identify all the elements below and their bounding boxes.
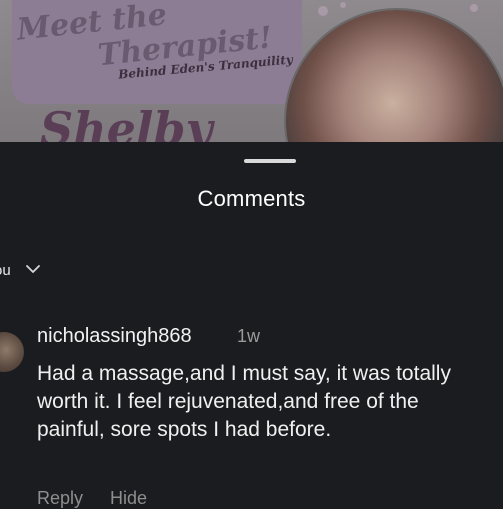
sheet-title: Comments [197,186,306,211]
comment-actions: Reply Hide [37,488,169,509]
comment-username[interactable]: nicholassingh868 [37,325,192,348]
avatar[interactable] [0,332,24,372]
post-preview: Meet the Therapist! Behind Eden's Tranqu… [0,0,503,160]
chevron-down-icon[interactable] [24,260,42,278]
sheet-drag-handle[interactable] [244,159,296,163]
comments-sheet: Comments ou nicholassingh868 1w Had a ma… [0,142,503,508]
reply-button[interactable]: Reply [37,488,83,508]
comment-text: Had a massage,and I must say, it was tot… [37,362,451,441]
hide-button[interactable]: Hide [110,488,147,508]
sort-dropdown-label[interactable]: ou [0,262,11,279]
decor-dot [318,6,328,16]
decor-dot [340,2,346,8]
decor-dot [470,4,478,12]
comment-timestamp: 1w [237,326,261,346]
